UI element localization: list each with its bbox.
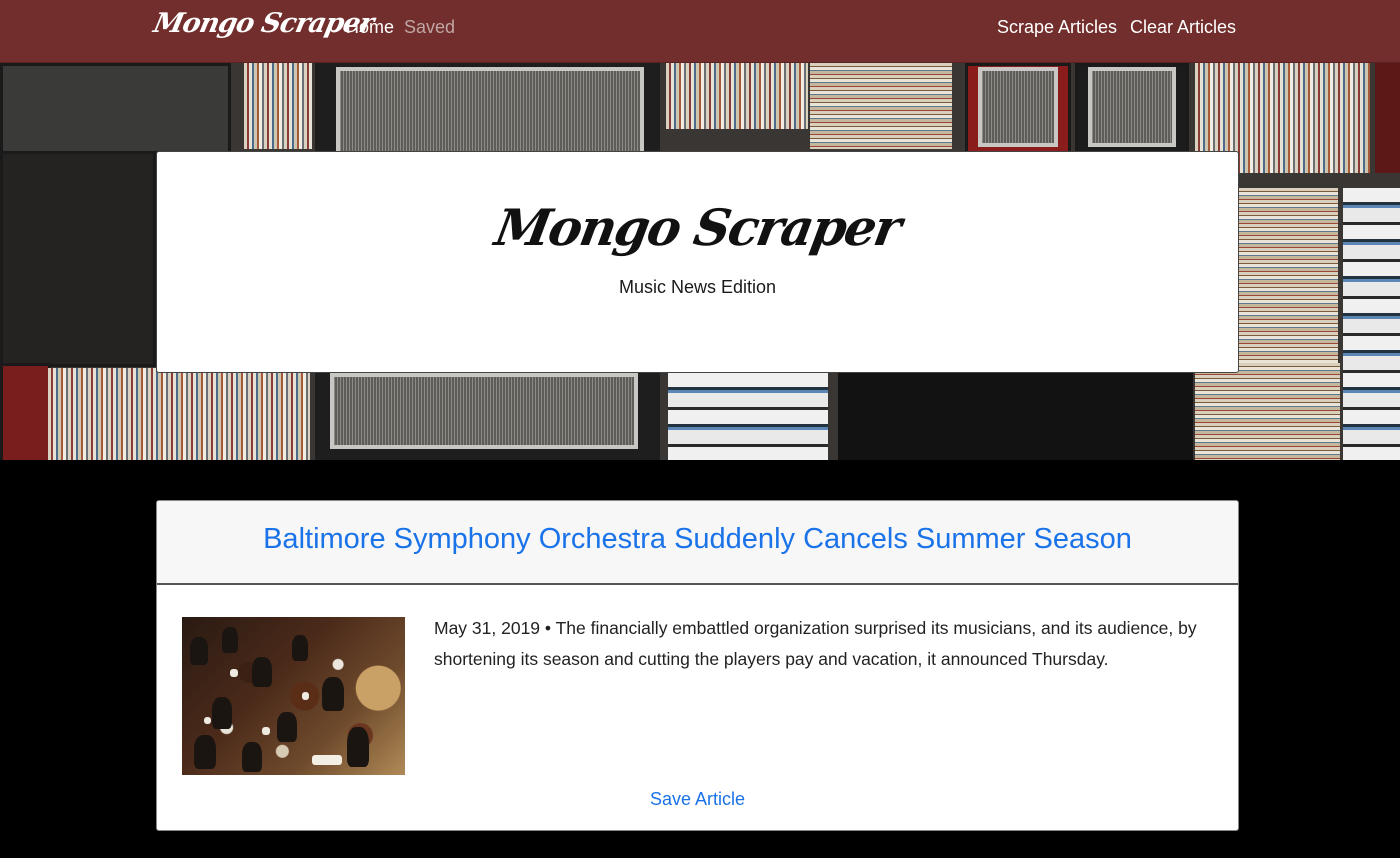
save-article-button[interactable]: Save Article [157,789,1238,810]
scrape-articles-link[interactable]: Scrape Articles [997,17,1117,38]
hero-jumbotron: Mongo Scraper Music News Edition [156,151,1239,373]
hero-title: Mongo Scraper [490,198,905,257]
clear-articles-link[interactable]: Clear Articles [1130,17,1236,38]
top-navbar: Mongo Scraper Home Saved Scrape Articles… [0,0,1400,63]
nav-home-link[interactable]: Home [346,17,394,38]
brand-logo[interactable]: Mongo Scraper [151,8,376,39]
article-thumbnail[interactable] [182,617,405,775]
article-card-header: Baltimore Symphony Orchestra Suddenly Ca… [157,501,1238,585]
hero-banner: Mongo Scraper Music News Edition [0,63,1400,460]
article-title-link[interactable]: Baltimore Symphony Orchestra Suddenly Ca… [263,523,1132,556]
article-summary: May 31, 2019 • The financially embattled… [434,618,1197,669]
nav-saved-link[interactable]: Saved [404,17,455,38]
article-card: Baltimore Symphony Orchestra Suddenly Ca… [156,500,1239,831]
hero-subtitle: Music News Edition [618,277,777,297]
